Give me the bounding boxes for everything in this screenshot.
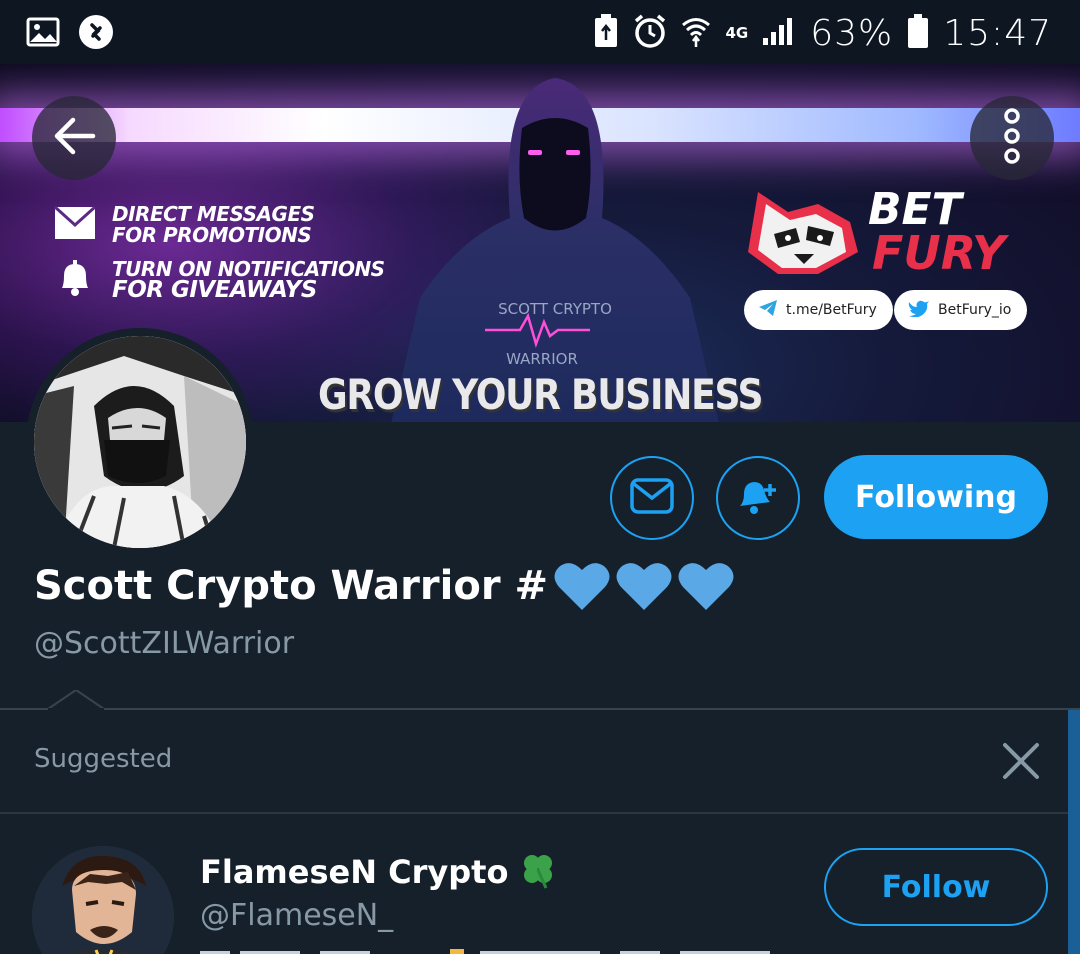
envelope-icon (630, 478, 674, 518)
message-button[interactable] (610, 456, 694, 540)
suggested-heading: Suggested (34, 744, 173, 774)
divider (0, 708, 1080, 710)
suggested-account-bio (200, 944, 840, 954)
wifi-icon (681, 13, 711, 53)
close-icon (1001, 741, 1041, 785)
svg-text:WARRIOR: WARRIOR (506, 350, 578, 368)
network-type: 4G (725, 24, 749, 42)
four-leaf-clover-icon (518, 850, 558, 894)
more-vertical-icon (1002, 108, 1022, 168)
avatar (34, 336, 246, 548)
following-button[interactable]: Following (824, 455, 1048, 539)
scrollbar[interactable] (1068, 710, 1080, 954)
battery-percent: 63% (810, 12, 894, 54)
brand-fury: FURY (872, 226, 1006, 280)
suggested-account-handle: @FlameseN_ (200, 898, 394, 933)
back-button[interactable] (32, 96, 116, 180)
status-bar: 4G 63% 15:47 (0, 0, 1080, 64)
promo-dm: DIRECT MESSAGES FOR PROMOTIONS (53, 204, 315, 246)
suggested-account-name[interactable]: FlameseN Crypto (200, 850, 558, 894)
display-name-text: Scott Crypto Warrior # (34, 563, 548, 609)
battery-saver-icon (593, 13, 619, 53)
hooded-figure-image: SCOTT CRYPTO WARRIOR (391, 78, 719, 422)
bell-icon (54, 258, 96, 302)
battery-icon (907, 13, 929, 53)
blue-heart-icon (616, 563, 672, 610)
promo-notifications: TURN ON NOTIFICATIONS FOR GIVEAWAYS (54, 258, 385, 302)
signal-icon (762, 16, 796, 50)
profile-avatar[interactable] (26, 328, 254, 556)
telegram-link-badge: t.me/BetFury (744, 290, 893, 330)
alarm-icon (633, 13, 667, 53)
blue-heart-icon (554, 563, 610, 610)
notifications-button[interactable] (716, 456, 800, 540)
raccoon-logo (748, 192, 858, 274)
display-name: Scott Crypto Warrior # (34, 560, 734, 612)
svg-text:SCOTT CRYPTO: SCOTT CRYPTO (498, 300, 612, 318)
arrow-left-icon (51, 116, 97, 160)
banner-headline: GROW YOUR BUSINESS (318, 370, 764, 419)
panel-caret (48, 690, 104, 710)
shazam-icon (78, 14, 114, 54)
follow-button[interactable]: Follow (824, 848, 1048, 926)
bell-plus-icon (736, 476, 780, 520)
twitter-bird-icon (908, 299, 930, 321)
blue-heart-icon (678, 563, 734, 610)
divider (0, 812, 1068, 814)
twitter-link-badge: BetFury_io (894, 290, 1028, 330)
gallery-icon (26, 15, 60, 53)
more-options-button[interactable] (970, 96, 1054, 180)
clock: 15:47 (943, 12, 1052, 54)
profile-handle: @ScottZILWarrior (34, 626, 295, 661)
telegram-icon (758, 299, 778, 321)
close-suggested-button[interactable] (996, 738, 1046, 788)
envelope-icon (53, 205, 97, 244)
